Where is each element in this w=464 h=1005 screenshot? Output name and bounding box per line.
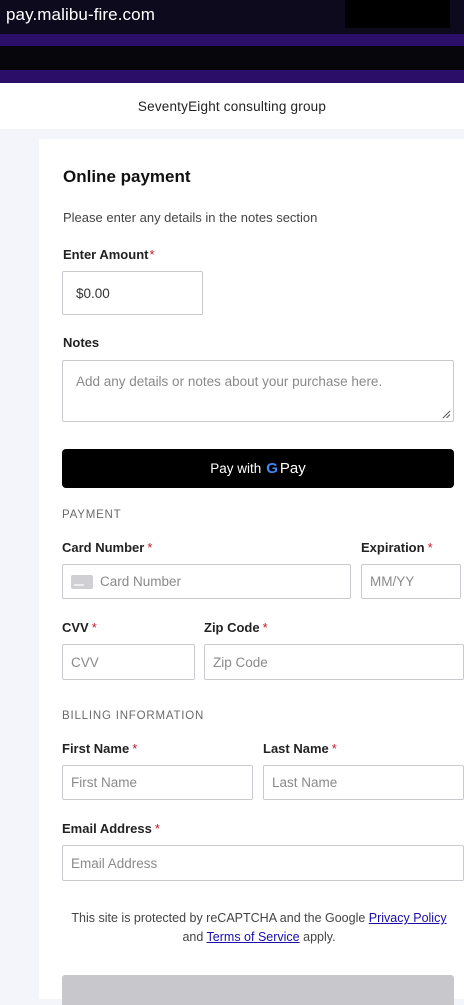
card-number-label: Card Number * — [62, 540, 152, 555]
page-title: Online payment — [63, 167, 191, 186]
last-name-placeholder: Last Name — [272, 775, 338, 790]
required-marker: * — [91, 620, 97, 635]
privacy-policy-link[interactable]: Privacy Policy — [369, 911, 447, 925]
notes-label: Notes — [63, 335, 100, 350]
credit-card-icon — [71, 574, 93, 589]
first-name-label-text: First Name — [62, 741, 130, 756]
first-name-placeholder: First Name — [71, 775, 138, 790]
amount-label-text: Enter Amount — [63, 247, 149, 262]
email-placeholder: Email Address — [71, 855, 158, 871]
recaptcha-notice: This site is protected by reCAPTCHA and … — [61, 909, 457, 947]
card-number-input[interactable]: Card Number — [62, 564, 351, 599]
terms-of-service-link[interactable]: Terms of Service — [207, 930, 300, 944]
amount-value: $0.00 — [76, 285, 110, 301]
card-number-placeholder: Card Number — [100, 574, 182, 589]
gpay-pay-word: Pay — [279, 460, 306, 477]
required-marker: * — [149, 247, 155, 262]
email-input[interactable]: Email Address — [62, 845, 464, 881]
legal-text: This site is protected by reCAPTCHA and … — [71, 911, 366, 925]
page-subtitle: Please enter any details in the notes se… — [63, 210, 318, 225]
expiration-label: Expiration * — [361, 540, 433, 555]
amount-input[interactable]: $0.00 — [62, 271, 203, 315]
required-marker: * — [154, 821, 160, 836]
required-marker: * — [427, 540, 433, 555]
required-marker: * — [331, 741, 337, 756]
email-label: Email Address * — [62, 821, 160, 836]
email-label-text: Email Address — [62, 821, 152, 836]
required-marker: * — [262, 620, 268, 635]
legal-apply: apply. — [303, 930, 336, 944]
merchant-name: SeventyEight consulting group — [0, 83, 464, 129]
resize-grip-icon[interactable] — [441, 409, 451, 419]
expiration-input[interactable]: MM/YY — [361, 564, 461, 599]
zip-placeholder: Zip Code — [213, 654, 268, 670]
notes-textarea[interactable]: Add any details or notes about your purc… — [62, 360, 454, 422]
first-name-label: First Name * — [62, 741, 137, 756]
banner-dark-band — [0, 46, 464, 70]
last-name-label-text: Last Name — [263, 741, 329, 756]
last-name-input[interactable]: Last Name — [263, 765, 464, 800]
redacted-box — [345, 0, 450, 28]
required-marker: * — [132, 741, 138, 756]
billing-section-heading: BILLING INFORMATION — [62, 710, 205, 722]
zip-label-text: Zip Code — [204, 620, 260, 635]
google-g-icon: G — [266, 460, 278, 477]
cvv-label-text: CVV — [62, 620, 89, 635]
card-number-label-text: Card Number — [62, 540, 145, 555]
google-pay-button[interactable]: Pay with G Pay — [62, 449, 454, 488]
notes-placeholder: Add any details or notes about your purc… — [76, 374, 383, 389]
expiration-placeholder: MM/YY — [370, 574, 415, 589]
browser-banner: pay.malibu-fire.com — [0, 0, 464, 83]
zip-label: Zip Code * — [204, 620, 268, 635]
legal-and: and — [182, 930, 204, 944]
amount-label: Enter Amount* — [63, 247, 155, 262]
gpay-prefix: Pay with — [210, 461, 262, 476]
payment-card: Online payment Please enter any details … — [39, 139, 464, 1005]
url-text[interactable]: pay.malibu-fire.com — [6, 5, 155, 25]
submit-button[interactable] — [62, 975, 454, 1005]
first-name-input[interactable]: First Name — [62, 765, 253, 800]
zip-input[interactable]: Zip Code — [204, 644, 464, 680]
cvv-placeholder: CVV — [71, 654, 99, 670]
required-marker: * — [147, 540, 153, 555]
cvv-label: CVV * — [62, 620, 97, 635]
cvv-input[interactable]: CVV — [62, 644, 195, 680]
expiration-label-text: Expiration — [361, 540, 425, 555]
last-name-label: Last Name * — [263, 741, 337, 756]
payment-section-heading: PAYMENT — [62, 509, 122, 521]
